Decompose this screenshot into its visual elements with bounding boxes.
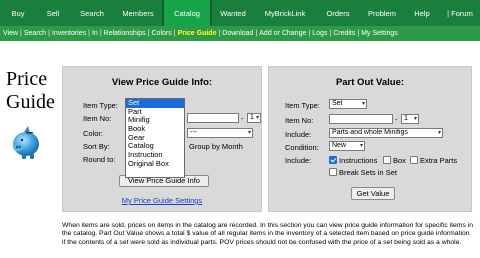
part-out-panel: Part Out Value: Item Type: Set ▾ Item No:… bbox=[268, 66, 472, 212]
nav-tab-buy[interactable]: Buy bbox=[0, 0, 36, 26]
subnav-in[interactable]: In bbox=[91, 30, 99, 37]
group-by-month-label[interactable]: Group by Month bbox=[189, 142, 243, 151]
extra-parts-checkbox[interactable] bbox=[410, 156, 418, 164]
item-no-label: Item No: bbox=[83, 114, 112, 123]
catalog-subnav: View | Search | Inventories | In | Relations… bbox=[0, 26, 480, 41]
top-navigation: Buy Sell Search Members Catalog Wanted M… bbox=[0, 0, 480, 26]
pov-condition-select[interactable]: New ▾ bbox=[329, 141, 365, 151]
pov-item-type-select[interactable]: Set ▾ bbox=[329, 99, 367, 109]
pov-item-type-value: Set bbox=[332, 100, 343, 107]
nav-tab-members[interactable]: Members bbox=[114, 0, 162, 26]
item-type-label: Item Type: bbox=[83, 101, 118, 110]
pov-condition-value: New bbox=[332, 142, 347, 149]
subnav-logs[interactable]: Logs bbox=[311, 30, 328, 37]
color-select[interactable]: --- ▾ bbox=[187, 128, 253, 138]
round-to-label: Round to: bbox=[83, 155, 116, 164]
pov-item-type-label: Item Type: bbox=[285, 101, 320, 110]
pov-item-no-input[interactable] bbox=[329, 114, 393, 124]
subnav-view[interactable]: View bbox=[2, 30, 19, 37]
box-checkbox[interactable] bbox=[383, 156, 391, 164]
instructions-checkbox[interactable] bbox=[329, 156, 337, 164]
subnav-inventories[interactable]: Inventories bbox=[51, 30, 87, 37]
pov-item-no-dash: - bbox=[395, 115, 398, 124]
price-guide-description: When items are sold, prices on items in … bbox=[62, 222, 474, 246]
color-select-value: --- bbox=[190, 129, 197, 136]
chevron-down-icon: ▾ bbox=[247, 130, 251, 136]
chevron-down-icon: ▾ bbox=[413, 116, 417, 122]
extra-parts-label: Extra Parts bbox=[420, 156, 458, 165]
chevron-down-icon: ▾ bbox=[437, 130, 441, 136]
chevron-down-icon: ▾ bbox=[359, 143, 363, 149]
pov-condition-label: Condition: bbox=[285, 143, 319, 152]
page-title-line2: Guide bbox=[6, 91, 55, 113]
pov-item-no-label: Item No: bbox=[285, 116, 314, 125]
subnav-relationships[interactable]: Relationships bbox=[103, 30, 147, 37]
subnav-credits[interactable]: Credits bbox=[332, 30, 356, 37]
nav-tab-problem[interactable]: Problem bbox=[360, 0, 404, 26]
nav-tab-forum[interactable]: | Forum bbox=[440, 0, 480, 26]
pov-include-value: Parts and whole Minifigs bbox=[332, 129, 408, 136]
break-sets-label: Break Sets in Set bbox=[339, 168, 397, 177]
get-value-button[interactable]: Get Value bbox=[351, 187, 395, 200]
color-label: Color: bbox=[83, 129, 104, 138]
sort-by-label: Sort By: bbox=[83, 142, 110, 151]
pov-item-no-suffix-value: 1 bbox=[404, 115, 408, 122]
subnav-colors[interactable]: Colors bbox=[151, 30, 173, 37]
subnav-my-settings[interactable]: My Settings bbox=[360, 30, 399, 37]
break-sets-checkbox[interactable] bbox=[329, 168, 337, 176]
part-out-title: Part Out Value: bbox=[335, 77, 405, 88]
item-no-suffix-select[interactable]: 1 ▾ bbox=[247, 113, 261, 123]
nav-tab-orders[interactable]: Orders bbox=[316, 0, 360, 26]
subnav-search[interactable]: Search bbox=[23, 30, 47, 37]
item-no-suffix-value: 1 bbox=[250, 114, 254, 121]
page-title-line1: Price bbox=[6, 68, 48, 90]
nav-tab-wanted[interactable]: Wanted bbox=[212, 0, 254, 26]
subnav-add-or-change[interactable]: Add or Change bbox=[258, 30, 307, 37]
box-label: Box bbox=[393, 156, 406, 165]
subnav-price-guide[interactable]: Price Guide bbox=[177, 30, 218, 37]
item-no-dash: - bbox=[241, 114, 244, 123]
nav-tab-help[interactable]: Help bbox=[404, 0, 440, 26]
instructions-label: Instructions bbox=[339, 156, 378, 165]
chevron-down-icon: ▾ bbox=[361, 101, 365, 107]
my-price-guide-settings-link[interactable]: My Price Guide Settings bbox=[62, 196, 262, 205]
pov-include-select[interactable]: Parts and whole Minifigs ▾ bbox=[329, 128, 443, 138]
nav-tab-mybricklink[interactable]: MyBrickLink bbox=[254, 0, 316, 26]
pov-item-no-suffix-select[interactable]: 1 ▾ bbox=[401, 114, 419, 124]
subnav-download[interactable]: Download bbox=[221, 30, 254, 37]
chevron-down-icon: ▾ bbox=[255, 115, 259, 121]
nav-tab-catalog[interactable]: Catalog bbox=[162, 0, 212, 26]
pov-include-label: Include: bbox=[285, 130, 312, 139]
price-guide-title: View Price Guide Info: bbox=[111, 77, 213, 88]
item-type-option-original-box[interactable]: Original Box bbox=[126, 159, 184, 169]
pov-include2-label: Include: bbox=[285, 156, 312, 165]
item-type-dropdown[interactable]: Set Part Minifig Book Gear Catalog Instr… bbox=[125, 98, 185, 178]
piggy-bank-icon bbox=[13, 126, 39, 159]
nav-tab-sell[interactable]: Sell bbox=[36, 0, 70, 26]
nav-tab-search[interactable]: Search bbox=[70, 0, 114, 26]
page-title: Price Guide bbox=[6, 68, 55, 114]
item-no-input[interactable] bbox=[187, 113, 239, 123]
